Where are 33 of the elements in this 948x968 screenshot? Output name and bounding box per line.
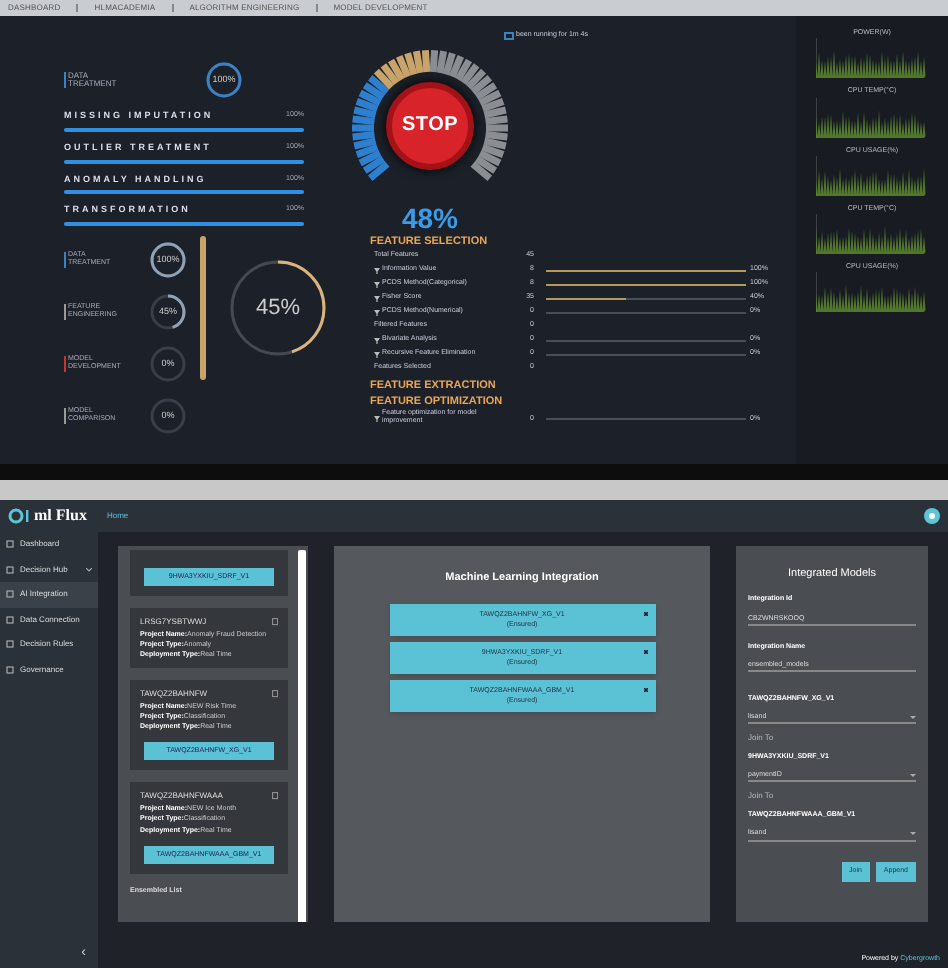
gauge-value: 48% [401, 204, 459, 232]
progress-ring [148, 344, 188, 384]
logo-icon [8, 508, 30, 524]
clipboard-icon [272, 618, 278, 626]
clipboard-icon [272, 792, 278, 801]
menu-item-icon [6, 640, 14, 649]
caret-icon [910, 773, 916, 778]
scrollbar[interactable] [298, 550, 306, 922]
menu-item-icon [6, 540, 14, 549]
ring-value: 45% [255, 293, 301, 324]
menu-item-icon [6, 565, 14, 574]
progress-rail [200, 236, 206, 380]
sparkline-chart [816, 155, 928, 196]
sparkline-chart [816, 38, 928, 79]
progress-ring [148, 292, 188, 332]
sparkline-chart [816, 97, 928, 137]
caret-icon [910, 715, 916, 719]
logo-text: ml Flux [34, 504, 87, 528]
clipboard-icon [272, 689, 278, 698]
caret-icon [910, 832, 916, 836]
progress-ring [204, 60, 244, 100]
stop-button[interactable]: STOP [386, 81, 474, 170]
menu-item-icon [6, 665, 14, 674]
filter-icon [374, 415, 380, 422]
progress-ring [148, 240, 188, 280]
progress-ring [226, 256, 330, 360]
avatar-icon [924, 508, 940, 524]
menu-item-icon [6, 590, 14, 599]
menu-item-icon [6, 615, 14, 624]
progress-ring [148, 396, 188, 436]
status-icon [504, 31, 514, 40]
sparkline-chart [816, 272, 928, 313]
sparkline-chart [816, 214, 928, 254]
